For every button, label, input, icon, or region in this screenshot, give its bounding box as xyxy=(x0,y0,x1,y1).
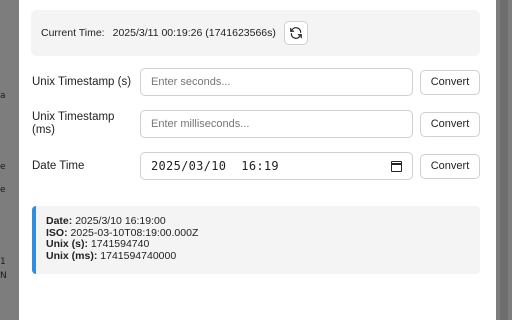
background-text-fragment: e xyxy=(0,185,6,195)
date-time-label: Date Time xyxy=(32,159,85,172)
background-page-left: a e e 1 N xyxy=(0,0,19,320)
background-text-fragment: e xyxy=(0,162,6,172)
result-unix-milliseconds-line: Unix (ms): 1741594740000 xyxy=(46,249,177,262)
date-time-value: 2025/03/10 16:19 xyxy=(151,159,279,173)
current-time-panel: Current Time: 2025/3/11 00:19:26 (174162… xyxy=(31,10,480,56)
background-scrollbar xyxy=(500,0,508,320)
convert-seconds-button[interactable]: Convert xyxy=(420,69,480,95)
background-text-fragment: N xyxy=(0,271,7,281)
date-time-row: Date Time 2025/03/10 16:19 Convert xyxy=(32,151,481,181)
unix-milliseconds-label: Unix Timestamp (ms) xyxy=(32,111,115,136)
current-time-value: 2025/3/11 00:19:26 (1741623566s) xyxy=(112,27,276,39)
unix-seconds-label: Unix Timestamp (s) xyxy=(32,75,132,88)
refresh-button[interactable] xyxy=(283,21,308,45)
convert-date-time-button[interactable]: Convert xyxy=(420,153,480,179)
refresh-icon xyxy=(290,27,302,39)
unix-milliseconds-row: Unix Timestamp (ms) Enter milliseconds..… xyxy=(32,109,481,139)
convert-milliseconds-button[interactable]: Convert xyxy=(420,111,480,137)
extension-popup: Current Time: 2025/3/11 00:19:26 (174162… xyxy=(19,0,496,320)
unix-seconds-row: Unix Timestamp (s) Enter seconds... Conv… xyxy=(32,67,481,97)
background-page-right xyxy=(496,0,512,320)
unix-seconds-input[interactable]: Enter seconds... xyxy=(140,68,413,96)
calendar-icon[interactable] xyxy=(391,161,402,172)
conversion-result-panel: Date: 2025/3/10 16:19:00 ISO: 2025-03-10… xyxy=(32,206,480,274)
background-text-fragment: 1 xyxy=(0,257,6,267)
unix-milliseconds-input[interactable]: Enter milliseconds... xyxy=(140,110,413,138)
current-time-label: Current Time: xyxy=(41,27,105,39)
date-time-input[interactable]: 2025/03/10 16:19 xyxy=(140,152,413,180)
background-text-fragment: a xyxy=(0,91,6,101)
